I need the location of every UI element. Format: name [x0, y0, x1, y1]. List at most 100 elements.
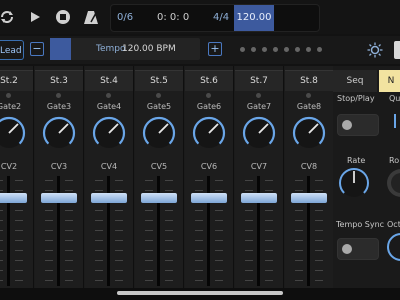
fader-tick	[315, 230, 323, 231]
fader-tick	[215, 270, 223, 271]
fader-handle[interactable]	[291, 193, 327, 203]
page-dot[interactable]	[306, 47, 311, 52]
channel-strip: St.5 Gate5 CV5	[135, 66, 184, 288]
preset-button[interactable]: Lead	[0, 40, 24, 60]
fader-tick	[315, 210, 323, 211]
gate-knob[interactable]	[240, 114, 278, 152]
fader-tick	[165, 180, 173, 181]
home-indicator[interactable]	[117, 291, 283, 295]
fader-tick	[45, 240, 53, 241]
channel-header[interactable]: St.2	[0, 70, 33, 91]
fader-tick	[215, 280, 223, 281]
channel-name: St.4	[100, 76, 118, 86]
tempo-decrement-button[interactable]: −	[30, 42, 44, 56]
overflow-button[interactable]	[394, 41, 400, 59]
fader-tick	[295, 190, 303, 191]
fader-tick	[245, 250, 253, 251]
loop-button[interactable]	[0, 6, 18, 28]
oct-knob[interactable]	[385, 232, 400, 262]
tab-seq[interactable]: Seq	[333, 70, 377, 92]
fader-tick	[145, 270, 153, 271]
channel-header[interactable]: St.6	[185, 70, 233, 91]
gate-led	[106, 93, 111, 98]
fader-tick	[265, 280, 273, 281]
page-dot[interactable]	[295, 47, 300, 52]
fader-tick	[245, 260, 253, 261]
fader-handle[interactable]	[241, 193, 277, 203]
fader-tick	[145, 240, 153, 241]
tempo-display[interactable]: 120.00	[234, 5, 274, 31]
page-dot[interactable]	[251, 47, 256, 52]
sun-icon	[367, 42, 383, 58]
fader-tick	[195, 270, 203, 271]
gate-knob[interactable]	[290, 114, 328, 152]
tempo-increment-button[interactable]: +	[208, 42, 222, 56]
fader-tick	[45, 280, 53, 281]
fader-tick	[265, 260, 273, 261]
page-dot[interactable]	[240, 47, 245, 52]
page-dot[interactable]	[317, 47, 322, 52]
fader-tick	[265, 270, 273, 271]
fader-tick	[15, 220, 23, 221]
metronome-button[interactable]	[80, 6, 102, 28]
fader-tick	[215, 180, 223, 181]
rate-knob[interactable]	[337, 166, 371, 200]
tempo-sync-toggle[interactable]	[337, 238, 379, 260]
channel-header[interactable]: St.3	[35, 70, 83, 91]
gate-knob[interactable]	[90, 114, 128, 152]
fader-tick	[215, 260, 223, 261]
fader-tick	[295, 230, 303, 231]
channel-name: St.2	[0, 76, 18, 86]
fader-tick	[165, 220, 173, 221]
fader-tick	[165, 270, 173, 271]
stop-icon	[56, 10, 70, 24]
fader-tick	[95, 180, 103, 181]
fader-tick	[115, 180, 123, 181]
tempo-slider[interactable]: Tempo 120.00 BPM	[50, 38, 200, 60]
page-dot[interactable]	[284, 47, 289, 52]
fader-handle[interactable]	[41, 193, 77, 203]
gate-knob[interactable]	[0, 114, 28, 152]
tab-next[interactable]: N	[379, 70, 400, 92]
fader-tick	[65, 220, 73, 221]
gate-led	[306, 93, 311, 98]
gate-knob[interactable]	[40, 114, 78, 152]
stop-button[interactable]	[52, 6, 74, 28]
page-dot[interactable]	[273, 47, 278, 52]
fader-handle[interactable]	[0, 193, 27, 203]
play-button[interactable]	[24, 6, 46, 28]
cv-label: CV6	[200, 162, 218, 171]
brightness-button[interactable]	[364, 39, 386, 61]
fader-tick	[195, 260, 203, 261]
fader-tick	[45, 220, 53, 221]
channel-header[interactable]: St.4	[85, 70, 133, 91]
page-dot[interactable]	[262, 47, 267, 52]
channel-header[interactable]: St.7	[235, 70, 283, 91]
fader-tick	[95, 220, 103, 221]
fader-tick	[295, 210, 303, 211]
fader-tick	[45, 270, 53, 271]
channel-header[interactable]: St.5	[135, 70, 183, 91]
fader-tick	[115, 270, 123, 271]
gate-knob[interactable]	[140, 114, 178, 152]
fader-handle[interactable]	[191, 193, 227, 203]
fader-tick	[215, 220, 223, 221]
gate-label: Gate4	[96, 102, 122, 111]
fader-tick	[0, 270, 3, 271]
fader-tick	[295, 260, 303, 261]
gate-knob[interactable]	[190, 114, 228, 152]
time-signature: 4/4	[213, 12, 230, 23]
channel-header[interactable]: St.8	[285, 70, 333, 91]
gate-label: Gate8	[296, 102, 322, 111]
fader-handle[interactable]	[141, 193, 177, 203]
ro-knob[interactable]	[383, 166, 400, 200]
fader-tick	[15, 190, 23, 191]
stop-play-toggle[interactable]	[337, 114, 379, 136]
fader-tick	[145, 210, 153, 211]
fader-tick	[95, 280, 103, 281]
channel-strip: St.6 Gate6 CV6	[185, 66, 234, 288]
gate-label: Gate6	[196, 102, 222, 111]
fader-handle[interactable]	[91, 193, 127, 203]
channel-strip: St.4 Gate4 CV4	[85, 66, 134, 288]
gate-led	[56, 93, 61, 98]
